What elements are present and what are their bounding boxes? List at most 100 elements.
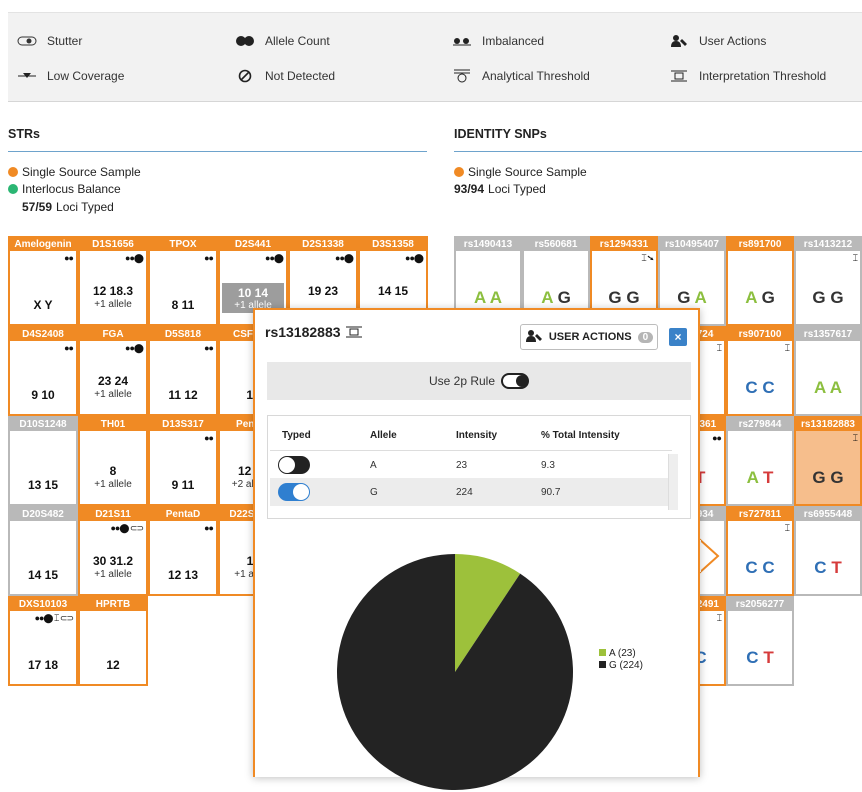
intensity-cell: 224 bbox=[456, 487, 473, 498]
locus-name: rs13182883 bbox=[796, 418, 860, 431]
snp-locus-tile[interactable]: rs13182883 ⌶ G G bbox=[794, 416, 862, 506]
close-button[interactable]: × bbox=[669, 328, 687, 346]
genotype: C C bbox=[728, 558, 792, 578]
locus-name: rs6955448 bbox=[796, 508, 860, 521]
allele-values: 12 13 bbox=[167, 568, 199, 582]
interpretation-threshold-icon bbox=[668, 70, 690, 82]
locus-status-icons: ●●⬤ ⌶ ⊂⊃ bbox=[34, 613, 74, 623]
allele-2: A bbox=[694, 288, 707, 307]
snp-locus-tile[interactable]: rs279844 A T bbox=[726, 416, 794, 506]
user-actions-count-badge: 0 bbox=[637, 331, 654, 343]
legend-analytical-threshold-label: Analytical Threshold bbox=[482, 69, 590, 83]
allele-pie-chart bbox=[336, 554, 573, 790]
typed-toggle-on[interactable] bbox=[278, 483, 310, 501]
snp-locus-tile[interactable]: rs907100 ⌶ C C bbox=[726, 326, 794, 416]
str-locus-tile[interactable]: D10S1248 13 15 bbox=[8, 416, 78, 506]
allele-2: A bbox=[829, 378, 843, 397]
allele-values: 14 15 bbox=[27, 568, 59, 582]
str-locus-tile[interactable]: D1S1656 ●●⬤ 12 18.3 +1 allele bbox=[78, 236, 148, 326]
legend-low-coverage: Low Coverage bbox=[16, 69, 124, 83]
str-locus-tile[interactable]: FGA ●●⬤ 23 24 +1 allele bbox=[78, 326, 148, 416]
legend-stutter-label: Stutter bbox=[47, 34, 83, 48]
allele-values: 8 11 bbox=[171, 298, 195, 312]
str-locus-tile[interactable]: TH01 8 +1 allele bbox=[78, 416, 148, 506]
user-actions-button[interactable]: USER ACTIONS 0 bbox=[520, 324, 658, 350]
popup-title: rs13182883 bbox=[265, 324, 364, 341]
str-locus-tile[interactable]: HPRTB 12 bbox=[78, 596, 148, 686]
allele-2: T bbox=[763, 468, 774, 487]
snp-locus-tile[interactable]: rs2056277 C T bbox=[726, 596, 794, 686]
str-locus-tile[interactable]: D21S11 ●●⬤ ⊂⊃ 30 31.2 +1 allele bbox=[78, 506, 148, 596]
allele-detail-popup: rs13182883 USER ACTIONS 0 × Use 2p Rule … bbox=[253, 308, 700, 790]
locus-status-icons: ●● bbox=[204, 343, 214, 353]
locus-name: Amelogenin bbox=[10, 238, 76, 251]
locus-name: TPOX bbox=[150, 238, 216, 251]
legend-swatch-g bbox=[599, 661, 606, 668]
snp-locus-tile[interactable]: rs1413212 ⌶ G G bbox=[794, 236, 862, 326]
allele-table: Typed Allele Intensity % Total Intensity… bbox=[267, 415, 691, 519]
allele-1: A bbox=[746, 468, 759, 487]
locus-name: rs10495407 bbox=[660, 238, 724, 251]
str-locus-tile[interactable]: Amelogenin ●● X Y bbox=[8, 236, 78, 326]
strs-loci-typed: 57/59 Loci Typed bbox=[22, 200, 114, 214]
allele-2: C bbox=[762, 558, 775, 577]
use-2p-rule-label: Use 2p Rule bbox=[428, 374, 496, 388]
allele-1: C bbox=[746, 648, 759, 667]
locus-name: PentaD bbox=[150, 508, 216, 521]
legend-swatch-a bbox=[599, 649, 606, 656]
str-locus-tile[interactable]: TPOX ●● 8 11 bbox=[148, 236, 218, 326]
allele-values: 12 bbox=[106, 658, 120, 672]
allele-1: A bbox=[473, 288, 486, 307]
snp-locus-tile[interactable]: rs727811 ⌶ C C bbox=[726, 506, 794, 596]
genotype: A A bbox=[796, 378, 860, 398]
allele-1: C bbox=[814, 558, 827, 577]
analytical-threshold-icon bbox=[451, 69, 473, 83]
table-row: A 23 9.3 bbox=[270, 450, 672, 478]
snps-single-source-label: Single Source Sample bbox=[468, 165, 587, 179]
use-2p-rule-toggle[interactable] bbox=[501, 373, 530, 389]
allele-cell: G bbox=[370, 487, 378, 498]
pct-cell: 90.7 bbox=[541, 487, 561, 498]
genotype: G G bbox=[796, 288, 860, 308]
legend-allele-count: Allele Count bbox=[234, 34, 330, 48]
snp-locus-tile[interactable]: rs1357617 A A bbox=[794, 326, 862, 416]
column-header-allele: Allele bbox=[370, 430, 397, 441]
allele-1: G bbox=[608, 288, 622, 307]
legend-not-detected: Not Detected bbox=[234, 69, 335, 83]
locus-status-icons: ●● bbox=[712, 433, 722, 443]
allele-2: T bbox=[831, 558, 842, 577]
strs-interlocus-label: Interlocus Balance bbox=[22, 182, 121, 196]
str-locus-tile[interactable]: PentaD ●● 12 13 bbox=[148, 506, 218, 596]
locus-name: D21S11 bbox=[80, 508, 146, 521]
genotype: C T bbox=[796, 558, 860, 578]
allele-count-icon bbox=[234, 35, 256, 47]
legend-bar: Stutter Allele Count Imbalanced User Act… bbox=[8, 12, 862, 102]
str-locus-tile[interactable]: D13S317 ●● 9 11 bbox=[148, 416, 218, 506]
allele-values: 13 15 bbox=[27, 478, 59, 492]
strs-title: STRs bbox=[8, 127, 40, 141]
user-actions-label: USER ACTIONS bbox=[548, 331, 632, 343]
locus-name: rs2056277 bbox=[728, 598, 792, 611]
locus-name: rs727811 bbox=[728, 508, 792, 521]
strs-single-source: Single Source Sample bbox=[8, 165, 141, 179]
str-locus-tile[interactable]: D5S818 ●● 11 12 bbox=[148, 326, 218, 416]
str-locus-tile[interactable]: D20S482 14 15 bbox=[8, 506, 78, 596]
table-scrollbar[interactable] bbox=[668, 454, 678, 510]
snp-locus-tile[interactable]: rs6955448 C T bbox=[794, 506, 862, 596]
snp-locus-tile[interactable]: rs891700 A G bbox=[726, 236, 794, 326]
legend-imbalanced-label: Imbalanced bbox=[482, 34, 545, 48]
locus-name: D13S317 bbox=[150, 418, 216, 431]
allele-values: 9 11 bbox=[171, 478, 195, 492]
popup-locus-name: rs13182883 bbox=[265, 324, 341, 340]
interpretation-threshold-icon bbox=[344, 325, 364, 341]
str-locus-tile[interactable]: DXS10103 ●●⬤ ⌶ ⊂⊃ 17 18 bbox=[8, 596, 78, 686]
allele-values: X Y bbox=[33, 298, 53, 312]
str-locus-tile[interactable]: D4S2408 ●● 9 10 bbox=[8, 326, 78, 416]
genotype: G G bbox=[592, 288, 656, 308]
allele-cell: A bbox=[370, 460, 377, 471]
allele-2: G bbox=[761, 288, 775, 307]
locus-status-icons: ●●⬤ bbox=[335, 253, 354, 263]
intensity-cell: 23 bbox=[456, 460, 468, 471]
allele-1: C bbox=[745, 378, 758, 397]
typed-toggle-off[interactable] bbox=[278, 456, 310, 474]
